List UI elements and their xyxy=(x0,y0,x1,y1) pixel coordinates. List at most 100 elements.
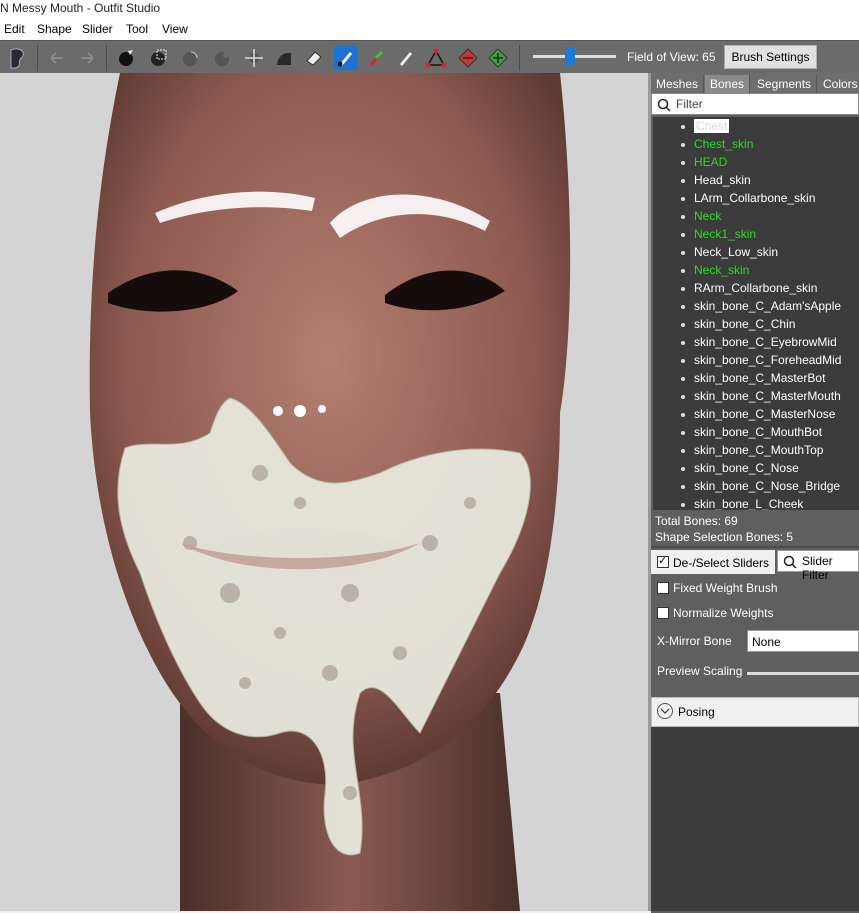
bone-item[interactable]: Neck_skin xyxy=(653,262,859,280)
tree-bullet-icon xyxy=(681,377,685,381)
tree-bullet-icon xyxy=(681,251,685,255)
slider-filter-input[interactable]: Slider Filter xyxy=(777,550,859,582)
tree-bullet-icon xyxy=(681,143,685,147)
bone-item[interactable]: skin_bone_C_MouthBot xyxy=(653,424,859,442)
menu-bar: Edit Shape Slider Tool View xyxy=(0,18,859,40)
expand-icon[interactable] xyxy=(486,46,510,70)
bone-item[interactable]: RArm_Collarbone_skin xyxy=(653,280,859,298)
fov-slider-thumb[interactable] xyxy=(565,47,575,65)
bone-item[interactable]: skin_bone_C_MouthTop xyxy=(653,442,859,460)
x-mirror-bone-label: X-Mirror Bone xyxy=(657,634,732,648)
bone-name: skin_bone_C_EyebrowMid xyxy=(694,335,837,349)
bone-name: skin_bone_C_Adam'sApple xyxy=(694,299,842,313)
fov-label: Field of View: 65 xyxy=(627,50,716,64)
select-icon[interactable] xyxy=(146,46,170,70)
toolbar-separator xyxy=(519,45,520,71)
bone-name: Neck xyxy=(694,209,722,223)
preview-scaling-slider[interactable] xyxy=(747,672,859,675)
bone-item[interactable]: skin_bone_C_Adam'sApple xyxy=(653,298,859,316)
deflate-icon[interactable] xyxy=(210,46,234,70)
redo-icon[interactable] xyxy=(76,46,100,70)
bone-item[interactable]: skin_bone_C_MasterMouth xyxy=(653,388,859,406)
bone-name: skin_bone_C_Nose xyxy=(694,461,799,475)
3d-viewport[interactable] xyxy=(0,73,648,911)
tree-bullet-icon xyxy=(681,485,685,489)
inflate-icon[interactable] xyxy=(178,46,202,70)
bone-item[interactable]: Chest xyxy=(653,118,859,136)
posing-section[interactable]: Posing xyxy=(651,697,859,727)
tree-bullet-icon xyxy=(681,431,685,435)
deselect-sliders-checkbox[interactable] xyxy=(657,554,669,568)
normalize-weights-label: Normalize Weights xyxy=(673,606,774,620)
shape-selection-bones: Shape Selection Bones: 5 xyxy=(655,530,794,544)
bone-item[interactable]: skin_bone_C_ForeheadMid xyxy=(653,352,859,370)
normalize-weights-checkbox[interactable] xyxy=(657,607,669,619)
bone-item[interactable]: LArm_Collarbone_skin xyxy=(653,190,859,208)
bone-name: Neck_Low_skin xyxy=(694,245,779,259)
posing-label: Posing xyxy=(678,705,715,719)
tree-bullet-icon xyxy=(681,395,685,399)
bone-name: skin_bone_C_MasterNose xyxy=(694,407,836,421)
x-mirror-bone-value: None xyxy=(752,635,781,649)
brush-icon[interactable] xyxy=(114,46,138,70)
smooth-icon[interactable] xyxy=(272,46,296,70)
bone-item[interactable]: skin_bone_C_Nose xyxy=(653,460,859,478)
tree-bullet-icon xyxy=(681,125,685,129)
total-bones: Total Bones: 69 xyxy=(655,514,738,528)
bone-tree[interactable]: Chest Chest_skin HEAD Head_skin LArm_Collarb… xyxy=(653,117,859,510)
menu-view[interactable]: View xyxy=(162,22,188,36)
bone-name: Chest_skin xyxy=(694,137,754,151)
bone-item[interactable]: skin_bone_C_EyebrowMid xyxy=(653,334,859,352)
bone-item[interactable]: skin_bone_C_Chin xyxy=(653,316,859,334)
paint-icon[interactable] xyxy=(394,46,418,70)
bone-item[interactable]: Neck xyxy=(653,208,859,226)
tree-bullet-icon xyxy=(681,503,685,507)
posing-content xyxy=(651,727,859,911)
bone-item[interactable]: skin_bone_L_Cheek xyxy=(653,496,859,510)
eraser-icon[interactable] xyxy=(302,46,326,70)
toolbar-separator xyxy=(37,45,38,71)
bone-name: skin_bone_L_Cheek xyxy=(694,497,804,510)
tree-bullet-icon xyxy=(681,197,685,201)
tab-colors[interactable]: Colors xyxy=(818,75,859,93)
bone-item[interactable]: skin_bone_C_MasterBot xyxy=(653,370,859,388)
tree-bullet-icon xyxy=(681,323,685,327)
bone-item[interactable]: skin_bone_C_Nose_Bridge xyxy=(653,478,859,496)
tab-meshes[interactable]: Meshes xyxy=(651,75,705,93)
tab-bones[interactable]: Bones xyxy=(705,75,751,93)
menu-edit[interactable]: Edit xyxy=(4,22,25,36)
x-mirror-bone-select[interactable]: None xyxy=(747,630,859,652)
window-title: N Messy Mouth - Outfit Studio xyxy=(0,1,161,15)
menu-tool[interactable]: Tool xyxy=(126,22,148,36)
tab-segments[interactable]: Segments xyxy=(752,75,818,93)
undo-icon[interactable] xyxy=(44,46,68,70)
filter-placeholder: Filter xyxy=(676,97,703,111)
bone-item[interactable]: Neck_Low_skin xyxy=(653,244,859,262)
tree-bullet-icon xyxy=(681,341,685,345)
fixed-weight-brush-checkbox[interactable] xyxy=(657,582,669,594)
bone-filter-input[interactable]: Filter xyxy=(651,93,859,115)
bone-item[interactable]: skin_bone_C_MasterNose xyxy=(653,406,859,424)
preview-scaling-label: Preview Scaling xyxy=(657,664,743,678)
bone-name: Head_skin xyxy=(694,173,751,187)
menu-shape[interactable]: Shape xyxy=(37,22,72,36)
bone-name: RArm_Collarbone_skin xyxy=(694,281,818,295)
bone-name: HEAD xyxy=(694,155,728,169)
bone-name: Chest xyxy=(694,119,730,133)
bone-name: skin_bone_C_MasterMouth xyxy=(694,389,841,403)
tree-bullet-icon xyxy=(681,161,685,165)
bone-name: skin_bone_C_Chin xyxy=(694,317,796,331)
bone-name: LArm_Collarbone_skin xyxy=(694,191,816,205)
transform-icon[interactable] xyxy=(424,46,448,70)
brush-settings-button[interactable]: Brush Settings xyxy=(724,45,817,69)
bone-item[interactable]: Chest_skin xyxy=(653,136,859,154)
menu-slider[interactable]: Slider xyxy=(82,22,113,36)
mask-icon[interactable] xyxy=(334,46,358,70)
collapse-icon[interactable] xyxy=(456,46,480,70)
bone-item[interactable]: HEAD xyxy=(653,154,859,172)
bone-item[interactable]: Head_skin xyxy=(653,172,859,190)
weight-icon[interactable] xyxy=(364,46,388,70)
move-icon[interactable] xyxy=(242,46,266,70)
fixed-weight-brush-label: Fixed Weight Brush xyxy=(673,581,778,595)
bone-item[interactable]: Neck1_skin xyxy=(653,226,859,244)
